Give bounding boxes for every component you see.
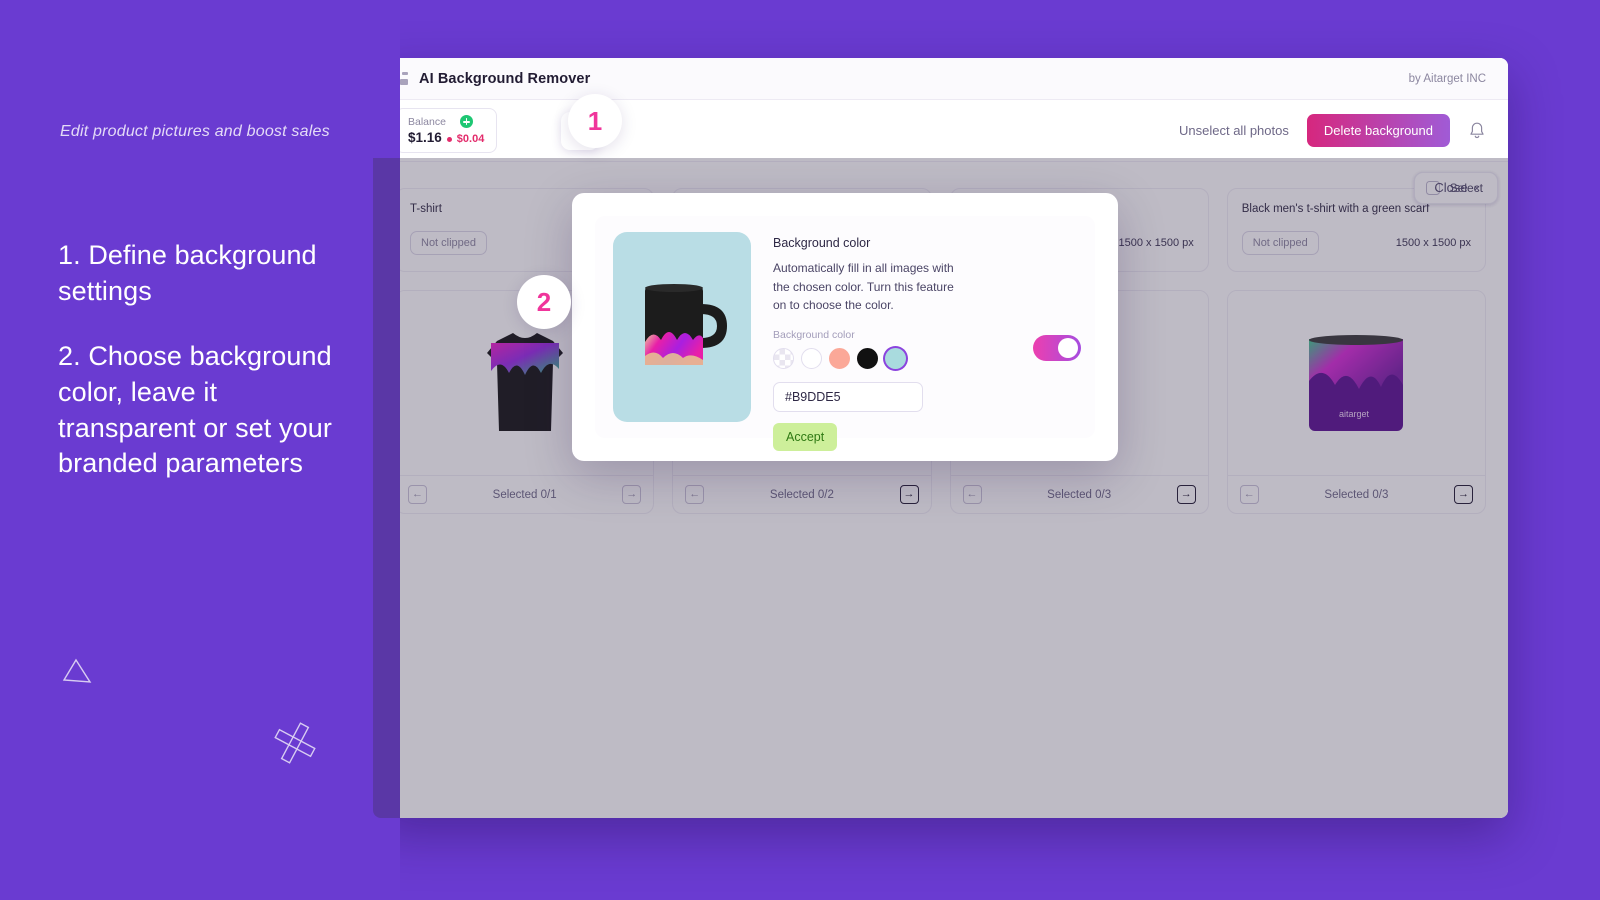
swatch-transparent[interactable] bbox=[773, 347, 794, 369]
triangle-decoration-icon bbox=[62, 658, 92, 683]
promo-tagline: Edit product pictures and boost sales bbox=[60, 123, 330, 140]
step-badge-2: 2 bbox=[517, 275, 571, 329]
app-window: AI Background Remover by Aitarget INC Ba… bbox=[373, 58, 1508, 818]
modal-heading: Background color bbox=[773, 236, 871, 250]
swatch-light-blue[interactable] bbox=[885, 347, 906, 369]
swatch-salmon[interactable] bbox=[829, 347, 850, 369]
page-title: AI Background Remover bbox=[419, 70, 591, 87]
mug-preview-icon bbox=[645, 284, 727, 365]
background-color-modal: Background color Automatically fill in a… bbox=[572, 193, 1118, 461]
app-titlebar: AI Background Remover by Aitarget INC bbox=[373, 58, 1508, 100]
balance-chip[interactable]: Balance $1.16 $0.04 bbox=[395, 108, 498, 153]
balance-chip-bottom: $1.16 $0.04 bbox=[408, 130, 484, 145]
close-icon: × bbox=[1473, 183, 1480, 195]
accept-button[interactable]: Accept bbox=[773, 422, 838, 451]
add-funds-icon[interactable] bbox=[459, 115, 473, 128]
cross-decoration-icon bbox=[274, 722, 316, 764]
swatch-black[interactable] bbox=[857, 347, 878, 369]
balance-delta: $0.04 bbox=[456, 133, 485, 145]
promo-steps-list: 1. Define background settings 2. Choose … bbox=[58, 238, 358, 482]
modal-body: Background color Automatically fill in a… bbox=[773, 232, 1081, 451]
modal-inner: Background color Automatically fill in a… bbox=[595, 216, 1095, 451]
modal-description: Automatically fill in all images with th… bbox=[773, 261, 954, 313]
bell-icon[interactable] bbox=[1468, 121, 1486, 141]
promo-panel: Edit product pictures and boost sales 1.… bbox=[0, 0, 400, 900]
delete-background-button[interactable]: Delete background bbox=[1306, 114, 1450, 147]
toggle-knob bbox=[1058, 338, 1078, 358]
promo-step-1: 1. Define background settings bbox=[58, 240, 317, 306]
unselect-all-photos-button[interactable]: Unselect all photos bbox=[1179, 123, 1289, 138]
toolbar-actions: Unselect all photos Delete background bbox=[1179, 114, 1486, 147]
step-badge-1: 1 bbox=[568, 94, 622, 148]
close-overlay-button[interactable]: Close × bbox=[1434, 180, 1480, 195]
balance-chip-top: Balance bbox=[408, 115, 484, 128]
promo-step-2: 2. Choose background color, leave it tra… bbox=[58, 341, 332, 479]
close-label: Close bbox=[1434, 180, 1468, 195]
separator-dot-icon bbox=[446, 137, 452, 142]
swatch-group-label: Background color bbox=[773, 328, 855, 341]
background-color-toggle[interactable] bbox=[1033, 335, 1081, 361]
vendor-label: by Aitarget INC bbox=[1408, 72, 1486, 85]
modal-preview-image bbox=[613, 232, 751, 422]
hex-color-input[interactable] bbox=[773, 381, 923, 412]
balance-amount: $1.16 bbox=[408, 130, 442, 145]
balance-label: Balance bbox=[408, 115, 446, 128]
app-toolbar: Balance $1.16 $0.04 Unselect all photos … bbox=[373, 100, 1508, 162]
swatch-row bbox=[773, 347, 1077, 369]
swatch-white[interactable] bbox=[801, 347, 822, 369]
